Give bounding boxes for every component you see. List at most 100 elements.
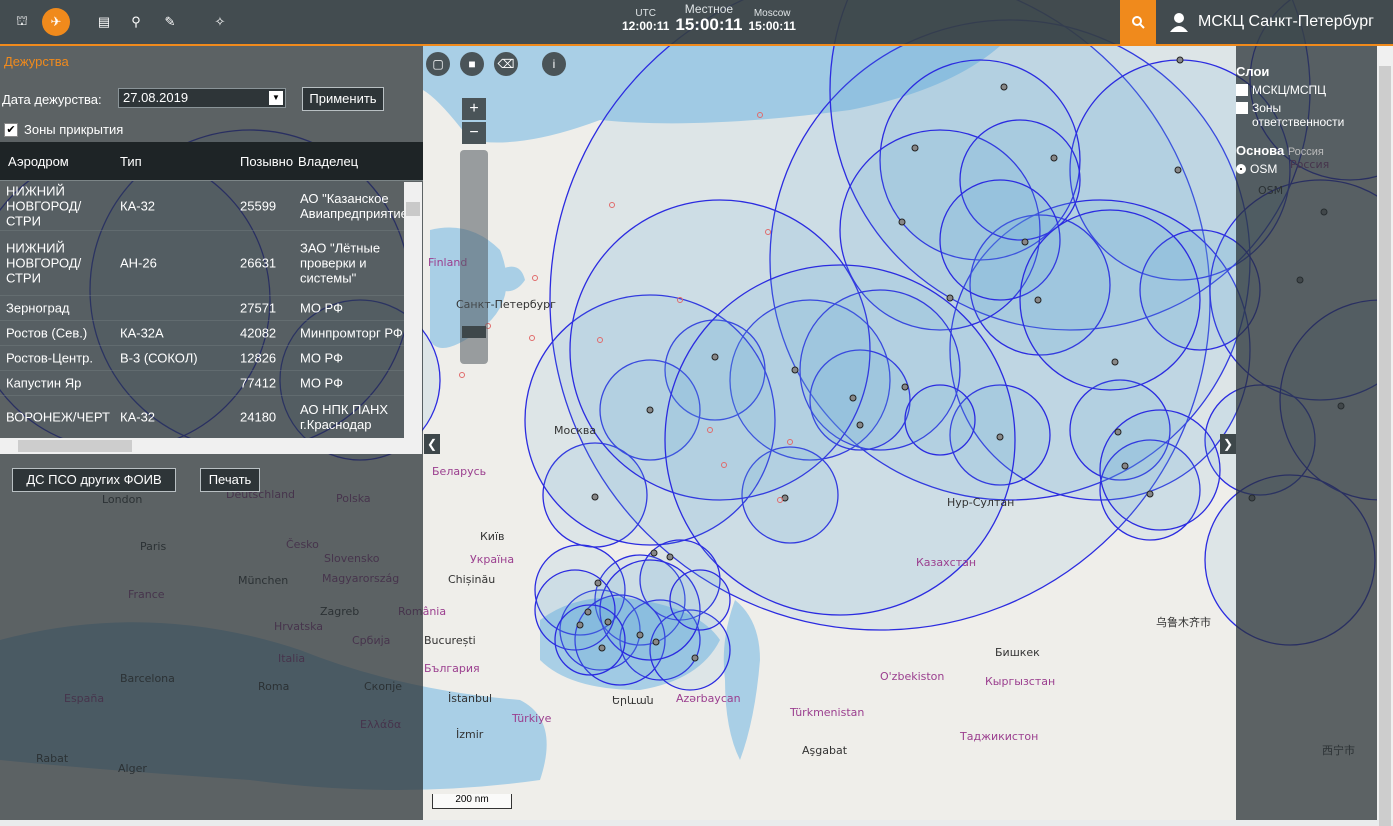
aerodrome-marker[interactable]	[856, 421, 864, 429]
helipad-marker[interactable]	[529, 335, 535, 341]
aerodrome-marker[interactable]	[996, 433, 1004, 441]
scroll-thumb[interactable]	[406, 202, 420, 216]
base-osm[interactable]: OSM	[1236, 162, 1376, 176]
aerodrome-marker[interactable]	[901, 383, 909, 391]
checkbox-icon[interactable]: ✔	[4, 122, 18, 137]
table-horizontal-scrollbar[interactable]	[0, 438, 422, 454]
list-icon[interactable]: ▤	[90, 8, 118, 36]
page-scrollbar[interactable]	[1377, 46, 1393, 826]
aerodrome-marker[interactable]	[1050, 154, 1058, 162]
aerodrome-marker[interactable]	[650, 549, 658, 557]
aerodrome-marker[interactable]	[594, 579, 602, 587]
other-agencies-button[interactable]: ДС ПСО других ФОИВ	[12, 468, 176, 492]
print-button[interactable]: Печать	[200, 468, 260, 492]
eraser-tool[interactable]: ⌫	[494, 52, 518, 76]
chevron-left-icon: ❮	[426, 437, 438, 451]
coverage-zone[interactable]	[1099, 409, 1221, 531]
moscow-clock: Moscow 15:00:11	[749, 8, 796, 34]
scroll-thumb[interactable]	[18, 440, 132, 452]
table-row[interactable]: Капустин Яр 77412 МО РФ	[0, 371, 404, 396]
coverage-zone[interactable]	[904, 384, 976, 456]
aerodrome-marker[interactable]	[576, 621, 584, 629]
clock: UTC 12:00:11 Местное 15:00:11 Moscow 15:…	[622, 3, 796, 34]
table-row[interactable]: Ростов (Сев.) КА-32А 42082 Минпромторг РФ	[0, 321, 404, 346]
panel-title: Дежурства	[4, 54, 69, 69]
table-vertical-scrollbar[interactable]	[404, 182, 422, 438]
checkbox-icon[interactable]	[1236, 102, 1248, 114]
user-menu[interactable]: МСКЦ Санкт-Петербург	[1168, 0, 1374, 44]
aerodrome-marker[interactable]	[591, 493, 599, 501]
aerodrome-marker[interactable]	[691, 654, 699, 662]
collapse-right-button[interactable]: ❯	[1220, 434, 1236, 454]
aerodrome-marker[interactable]	[1111, 358, 1119, 366]
zoom-in-button[interactable]: +	[462, 98, 486, 120]
aerodrome-marker[interactable]	[946, 294, 954, 302]
helipad-marker[interactable]	[532, 275, 538, 281]
aerodrome-marker[interactable]	[598, 644, 606, 652]
helipad-marker[interactable]	[459, 372, 465, 378]
aerodrome-marker[interactable]	[898, 218, 906, 226]
coverage-zone[interactable]	[669, 569, 731, 631]
aerodrome-marker[interactable]	[911, 144, 919, 152]
info-tool[interactable]: i	[542, 52, 566, 76]
col-type[interactable]: Тип	[120, 154, 142, 169]
map-label: Таджикистон	[960, 730, 1039, 743]
aerodrome-marker[interactable]	[849, 394, 857, 402]
table-row[interactable]: НИЖНИЙ НОВГОРОД/СТРИ АН-26 26631 ЗАО "Лётны…	[0, 231, 404, 296]
cell-type: КА-32А	[120, 325, 164, 341]
aerodrome-marker[interactable]	[1176, 56, 1184, 64]
aerodrome-marker[interactable]	[1114, 428, 1122, 436]
aerodrome-marker[interactable]	[711, 353, 719, 361]
select-filled-tool[interactable]: ■	[460, 52, 484, 76]
aerodrome-marker[interactable]	[1021, 238, 1029, 246]
coverage-zone[interactable]	[554, 604, 626, 676]
table-row[interactable]: Зерноград 27571 МО РФ	[0, 296, 404, 321]
map-label: Беларусь	[432, 465, 487, 478]
col-callsign[interactable]: Позывно	[240, 154, 293, 169]
radio-icon[interactable]	[1236, 164, 1246, 174]
zoom-out-button[interactable]: −	[462, 122, 486, 144]
layer-mskc[interactable]: МСКЦ/МСПЦ	[1236, 83, 1376, 97]
col-owner[interactable]: Владелец	[298, 154, 358, 169]
collapse-left-button[interactable]: ❮	[424, 434, 440, 454]
moscow-label: Moscow	[753, 8, 791, 19]
chevron-down-icon[interactable]: ▼	[269, 91, 283, 105]
airfield-icon[interactable]: ⛫	[8, 8, 36, 36]
aerodrome-marker[interactable]	[636, 631, 644, 639]
map-label: Москва	[554, 424, 597, 437]
col-aerodrome[interactable]: Аэродром	[8, 154, 69, 169]
layers-title: Слои	[1236, 64, 1270, 79]
aerodrome-marker[interactable]	[584, 608, 592, 616]
aerodrome-marker[interactable]	[652, 638, 660, 646]
aerodrome-marker[interactable]	[1000, 83, 1008, 91]
aircraft-icon[interactable]: ✈	[42, 8, 70, 36]
map-pin-icon[interactable]: ⚲	[122, 8, 150, 36]
edit-icon[interactable]: ✎	[156, 8, 184, 36]
aerodrome-marker[interactable]	[1121, 462, 1129, 470]
aerodrome-marker[interactable]	[791, 366, 799, 374]
zoom-handle[interactable]	[462, 326, 486, 338]
scroll-thumb[interactable]	[1379, 66, 1391, 826]
aerodrome-marker[interactable]	[666, 553, 674, 561]
apply-button[interactable]: Применить	[302, 87, 384, 111]
layer-zones[interactable]: Зоны ответственности	[1236, 101, 1376, 129]
map-label: Казахстан	[916, 556, 977, 569]
table-row[interactable]: НИЖНИЙ НОВГОРОД/СТРИ КА-32 25599 АО "Казанс…	[0, 182, 404, 231]
table-row[interactable]: Ростов-Центр. В-3 (СОКОЛ) 12826 МО РФ	[0, 346, 404, 371]
checkbox-icon[interactable]	[1236, 84, 1248, 96]
aerodrome-marker[interactable]	[604, 618, 612, 626]
cell-type: АН-26	[120, 255, 157, 271]
coverage-zone[interactable]	[1019, 209, 1201, 391]
aerodrome-marker[interactable]	[1034, 296, 1042, 304]
table-row[interactable]: ВОРОНЕЖ/ЧЕРТ КА-32 24180 АО НПК ПАНХ г.Крас…	[0, 396, 404, 438]
date-select[interactable]: 27.08.2019 ▼	[118, 88, 286, 108]
satellite-icon[interactable]: ✧	[206, 8, 234, 36]
aerodrome-marker[interactable]	[1146, 490, 1154, 498]
map-label: Türkiye	[512, 712, 552, 725]
duty-panel: Дежурства Дата дежурства: 27.08.2019 ▼ П…	[0, 46, 423, 492]
aerodrome-marker[interactable]	[1174, 166, 1182, 174]
select-rectangle-tool[interactable]: ▢	[426, 52, 450, 76]
search-button[interactable]	[1120, 0, 1156, 44]
aerodrome-marker[interactable]	[646, 406, 654, 414]
zones-checkbox[interactable]: ✔ Зоны прикрытия	[4, 122, 123, 137]
